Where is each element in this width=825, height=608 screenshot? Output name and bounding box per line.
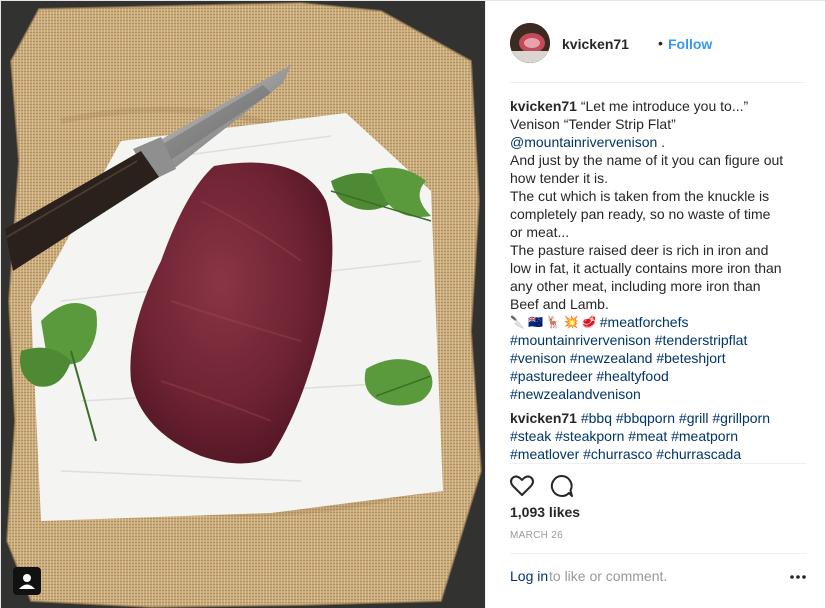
caption-line: . [661,134,666,150]
caption-line: low in fat, it actually contains more ir… [510,260,782,276]
post-sidebar: kvicken71 • Follow kvicken71 “Let me int… [485,1,825,608]
post-footer: Log in to like or comment. [510,553,806,601]
hashtag-link[interactable]: #bbq #bbqporn #grill #grillporn [581,410,770,426]
nz-flag-emoji: 🇳🇿 [527,315,543,329]
caption-line: Venison “Tender Strip Flat” [510,116,676,132]
caption-line: The cut which is taken from the knuckle … [510,188,770,204]
emoji-row: 🔪 🇳🇿 🦌 💥 🥩 #meatforchefs [510,313,806,331]
post-photo[interactable] [1,1,485,608]
hashtag-link[interactable]: #meatlover #churrasco #churrascada [510,445,806,459]
deer-emoji: 🦌 [545,315,561,329]
login-link[interactable]: Log in [510,568,548,584]
venison-photo-illustration [1,1,485,608]
steak-emoji: 🥩 [581,315,597,329]
caption-username[interactable]: kvicken71 [510,98,577,114]
caption-line: “Let me introduce you to...” [580,98,749,114]
caption-line: completely pan ready, so no waste of tim… [510,206,771,222]
hashtag-link[interactable]: #mountainrivervenison #tenderstripflat [510,331,806,349]
caption-comment: kvicken71 “Let me introduce you to...” V… [510,97,806,403]
caption-line: or meat... [510,224,570,240]
login-prompt-text: to like or comment. [549,568,668,584]
hashtag-link[interactable]: #meatforchefs [600,313,689,331]
instagram-post: kvicken71 • Follow kvicken71 “Let me int… [0,0,825,608]
mention-link[interactable]: @mountainrivervenison [510,134,657,150]
hashtag-link[interactable]: #venison #newzealand #beteshjort [510,349,806,367]
knife-emoji: 🔪 [510,315,525,329]
caption-line: Beef and Lamb. [510,296,609,312]
header-separator: • [658,35,663,51]
avatar[interactable] [510,23,550,63]
hashtag-link[interactable]: #pasturedeer #healtyfood [510,367,806,385]
post-date[interactable]: MARCH 26 [510,530,563,541]
caption-line: any other meat, including more iron than [510,278,761,294]
caption-line: And just by the name of it you can figur… [510,152,784,168]
more-options-icon[interactable] [790,574,806,580]
hashtag-link[interactable]: #steak #steakporn #meat #meatporn [510,427,806,445]
hashtag-link[interactable]: #newzealandvenison [510,385,806,403]
like-count[interactable]: 1,093 likes [510,504,580,520]
caption-line: The pasture raised deer is rich in iron … [510,242,769,258]
speech-bubble-icon[interactable] [548,472,576,500]
caption-line: how tender it is. [510,170,609,186]
collision-emoji: 💥 [563,315,579,329]
header-username[interactable]: kvicken71 [562,36,629,52]
post-actions: 1,093 likes MARCH 26 [510,463,806,551]
follow-button[interactable]: Follow [668,36,712,52]
hashtag-comment: kvicken71 #bbq #bbqporn #grill #grillpor… [510,409,806,459]
post-header: kvicken71 • Follow [510,23,806,83]
heart-icon[interactable] [508,472,536,500]
tagged-user-icon[interactable] [13,567,41,595]
comment-username[interactable]: kvicken71 [510,410,577,426]
comments-list[interactable]: kvicken71 “Let me introduce you to...” V… [510,97,806,459]
